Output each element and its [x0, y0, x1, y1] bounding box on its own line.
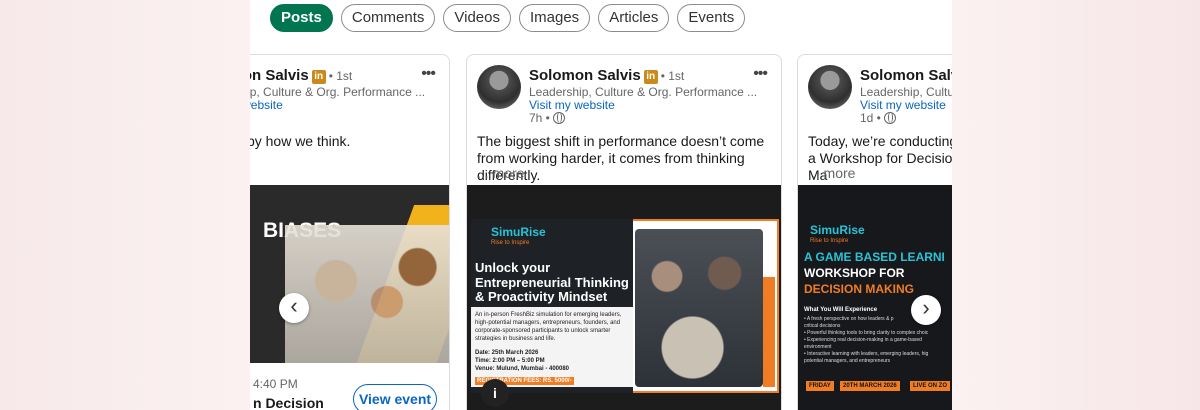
video-indicator-icon[interactable]: i: [481, 379, 509, 407]
event-title[interactable]: n Decision: [253, 395, 324, 410]
post-time: 7h •: [529, 111, 550, 125]
tab-comments[interactable]: Comments: [340, 4, 436, 32]
poster-logo: SimuRise: [810, 223, 865, 237]
author-headline: Leadership, Culture & Org. Performance: [860, 85, 952, 99]
poster-orange-strip: [763, 277, 775, 387]
event-time: 4:40 PM: [253, 377, 298, 391]
post-image[interactable]: SimuRise Rise to Inspire Unlock your Ent…: [467, 185, 781, 410]
visit-website-link[interactable]: Visit my website: [529, 98, 615, 112]
poster-subheading: What You Will Experience: [804, 307, 878, 313]
post-image[interactable]: SimuRise Rise to Inspire A GAME BASED LE…: [798, 185, 952, 410]
poster-heading: WORKSHOP FOR: [804, 266, 905, 280]
visit-website-link[interactable]: Visit my website: [860, 98, 946, 112]
tab-articles[interactable]: Articles: [598, 4, 670, 32]
view-event-button[interactable]: View event: [353, 384, 437, 410]
poster-details: An in-person FreshBiz simulation for eme…: [475, 312, 622, 341]
author-headline: Leadership, Culture & Org. Performance .…: [250, 85, 426, 99]
poster-tag: FRIDAY: [806, 381, 834, 391]
globe-icon: [552, 112, 565, 124]
post-card: Solomon Salvis Leadership, Culture & Org…: [797, 54, 952, 410]
connection-degree: • 1st: [328, 69, 353, 83]
poster-venue: Venue: Mulund, Mumbai - 400080: [475, 366, 570, 372]
poster-tag: 20TH MARCH 2026: [840, 381, 900, 391]
carousel-next-button[interactable]: ›: [911, 295, 941, 325]
poster-date: Date: 25th March 2026: [475, 350, 539, 356]
poster-tagline: Rise to Inspire: [491, 240, 530, 246]
connection-degree: • 1st: [660, 69, 685, 83]
tab-videos[interactable]: Videos: [443, 4, 511, 32]
post-time: 1d •: [860, 111, 881, 125]
poster-time: Time: 2:00 PM – 5:00 PM: [475, 358, 545, 364]
author-headline: Leadership, Culture & Org. Performance .…: [529, 85, 758, 99]
tab-images[interactable]: Images: [518, 4, 591, 32]
globe-icon: [883, 112, 896, 124]
post-image[interactable]: BIASES ‹: [250, 185, 449, 363]
activity-tabs: Posts Comments Videos Images Articles Ev…: [270, 4, 746, 32]
author-avatar[interactable]: [808, 65, 852, 109]
author-avatar[interactable]: [477, 65, 521, 109]
see-more-link[interactable]: ... more: [808, 165, 855, 181]
tab-posts[interactable]: Posts: [270, 4, 333, 32]
post-text: make is shaped by how we think.: [250, 133, 351, 149]
post-card: Solomon Salvisin• 1st Leadership, Cultur…: [466, 54, 782, 410]
poster-tag: LIVE ON ZO: [910, 381, 951, 391]
more-options-icon[interactable]: •••: [753, 65, 768, 83]
author-name[interactable]: Solomon Salvis: [529, 67, 641, 84]
author-name[interactable]: Solomon Salvis: [250, 67, 309, 84]
visit-website-link[interactable]: Visit my website: [250, 98, 283, 112]
linkedin-icon: in: [311, 70, 326, 84]
carousel-prev-button[interactable]: ‹: [279, 293, 309, 323]
poster-tagline: Rise to Inspire: [810, 238, 849, 244]
more-options-icon[interactable]: •••: [421, 65, 436, 83]
post-card: Solomon Salvisin• 1st Leadership, Cultur…: [250, 54, 450, 410]
content-panel: Posts Comments Videos Images Articles Ev…: [250, 0, 952, 410]
author-name[interactable]: Solomon Salvis: [860, 67, 952, 84]
poster-heading: A GAME BASED LEARNI: [804, 250, 945, 264]
poster-photo: [285, 225, 449, 363]
see-more-link[interactable]: ... more: [477, 165, 524, 181]
tab-events[interactable]: Events: [677, 4, 746, 32]
linkedin-icon: in: [643, 70, 658, 84]
poster-heading: DECISION MAKING: [804, 282, 915, 296]
poster-heading: Unlock your Entrepreneurial Thinking & P…: [475, 260, 629, 305]
poster-logo: SimuRise: [491, 225, 546, 239]
poster-photo: [635, 229, 763, 387]
